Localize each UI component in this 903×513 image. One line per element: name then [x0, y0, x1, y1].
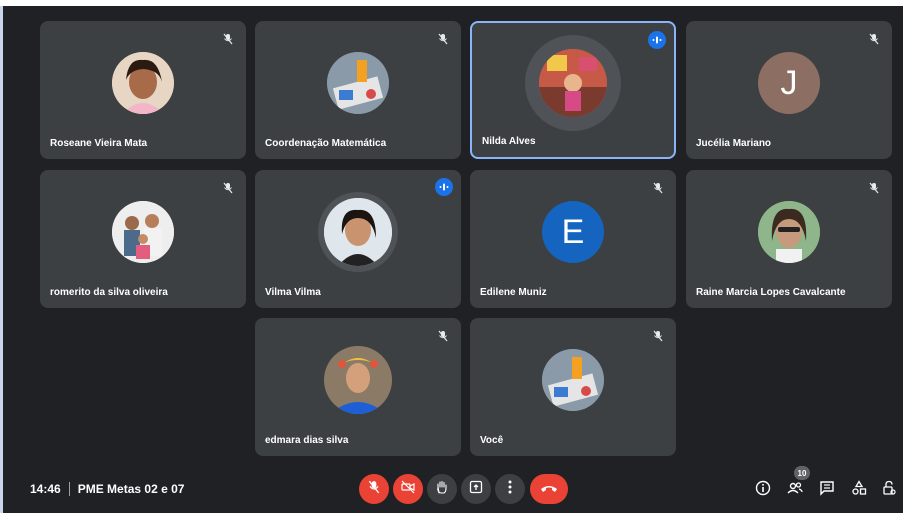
mic-off-icon [650, 180, 666, 196]
avatar [112, 201, 174, 264]
raise-hand-icon [435, 480, 449, 499]
avatar: E [542, 201, 604, 264]
participant-name: Raine Marcia Lopes Cavalcante [696, 287, 846, 298]
host-controls-button[interactable] [879, 480, 899, 500]
camera-off-icon [401, 480, 415, 499]
participant-tile[interactable]: edmara dias silva [255, 318, 461, 456]
participant-tile[interactable]: Roseane Vieira Mata [40, 21, 246, 159]
participant-tile[interactable]: E Edilene Muniz [470, 170, 676, 308]
participant-tile[interactable]: J Jucélia Mariano [686, 21, 892, 159]
avatar: J [758, 52, 820, 115]
people-button[interactable] [785, 480, 805, 500]
participant-tile[interactable]: Você [470, 318, 676, 456]
speaking-indicator-icon [648, 31, 666, 49]
participant-name: Nilda Alves [482, 136, 536, 147]
mic-off-icon [866, 31, 882, 47]
participant-tile[interactable]: Vilma Vilma [255, 170, 461, 308]
avatar [539, 49, 607, 118]
present-icon [469, 480, 483, 499]
participant-name: Coordenação Matemática [265, 138, 387, 149]
participant-name: Edilene Muniz [480, 287, 547, 298]
people-icon [787, 480, 803, 501]
participant-tile[interactable]: Raine Marcia Lopes Cavalcante [686, 170, 892, 308]
more-options-button[interactable] [495, 474, 525, 504]
chat-icon [819, 480, 835, 501]
camera-toggle-button[interactable] [393, 474, 423, 504]
avatar [112, 52, 174, 115]
mic-off-icon [220, 31, 236, 47]
participant-tile[interactable]: romerito da silva oliveira [40, 170, 246, 308]
mic-off-icon [650, 328, 666, 344]
meeting-details-button[interactable] [753, 480, 773, 500]
avatar [324, 346, 392, 415]
mic-off-icon [220, 180, 236, 196]
participant-name: romerito da silva oliveira [50, 287, 168, 298]
avatar [324, 198, 392, 267]
meeting-title: PME Metas 02 e 07 [77, 482, 185, 496]
participant-name: Você [480, 435, 504, 446]
raise-hand-button[interactable] [427, 474, 457, 504]
present-now-button[interactable] [461, 474, 491, 504]
window-top-edge [0, 0, 903, 6]
more-options-icon [508, 480, 512, 499]
info-icon [755, 480, 771, 501]
chat-button[interactable] [817, 480, 837, 500]
avatar [542, 349, 604, 412]
mic-off-icon [367, 480, 381, 499]
avatar [327, 52, 389, 115]
participant-name: edmara dias silva [265, 435, 349, 446]
speaking-indicator-icon [435, 178, 453, 196]
meeting-info: 14:46 PME Metas 02 e 07 [30, 482, 184, 496]
participant-tile[interactable]: Nilda Alves [470, 21, 676, 159]
people-count-badge: 10 [794, 466, 810, 480]
participant-name: Roseane Vieira Mata [50, 138, 148, 149]
activities-button[interactable] [849, 479, 869, 501]
meeting-time: 14:46 [30, 482, 61, 496]
mic-off-icon [435, 31, 451, 47]
leave-call-button[interactable] [530, 474, 568, 504]
window-left-edge [0, 6, 3, 513]
activities-icon [851, 479, 867, 501]
meeting-controls-bar: 14:46 PME Metas 02 e 07 10 [0, 462, 903, 513]
participant-tile[interactable]: Coordenação Matemática [255, 21, 461, 159]
avatar [758, 201, 820, 264]
divider [68, 482, 70, 496]
mic-off-icon [866, 180, 882, 196]
host-controls-icon [881, 480, 897, 501]
participant-name: Vilma Vilma [265, 287, 321, 298]
mic-toggle-button[interactable] [359, 474, 389, 504]
participant-name: Jucélia Mariano [696, 138, 772, 149]
mic-off-icon [435, 328, 451, 344]
end-call-icon [540, 480, 558, 498]
